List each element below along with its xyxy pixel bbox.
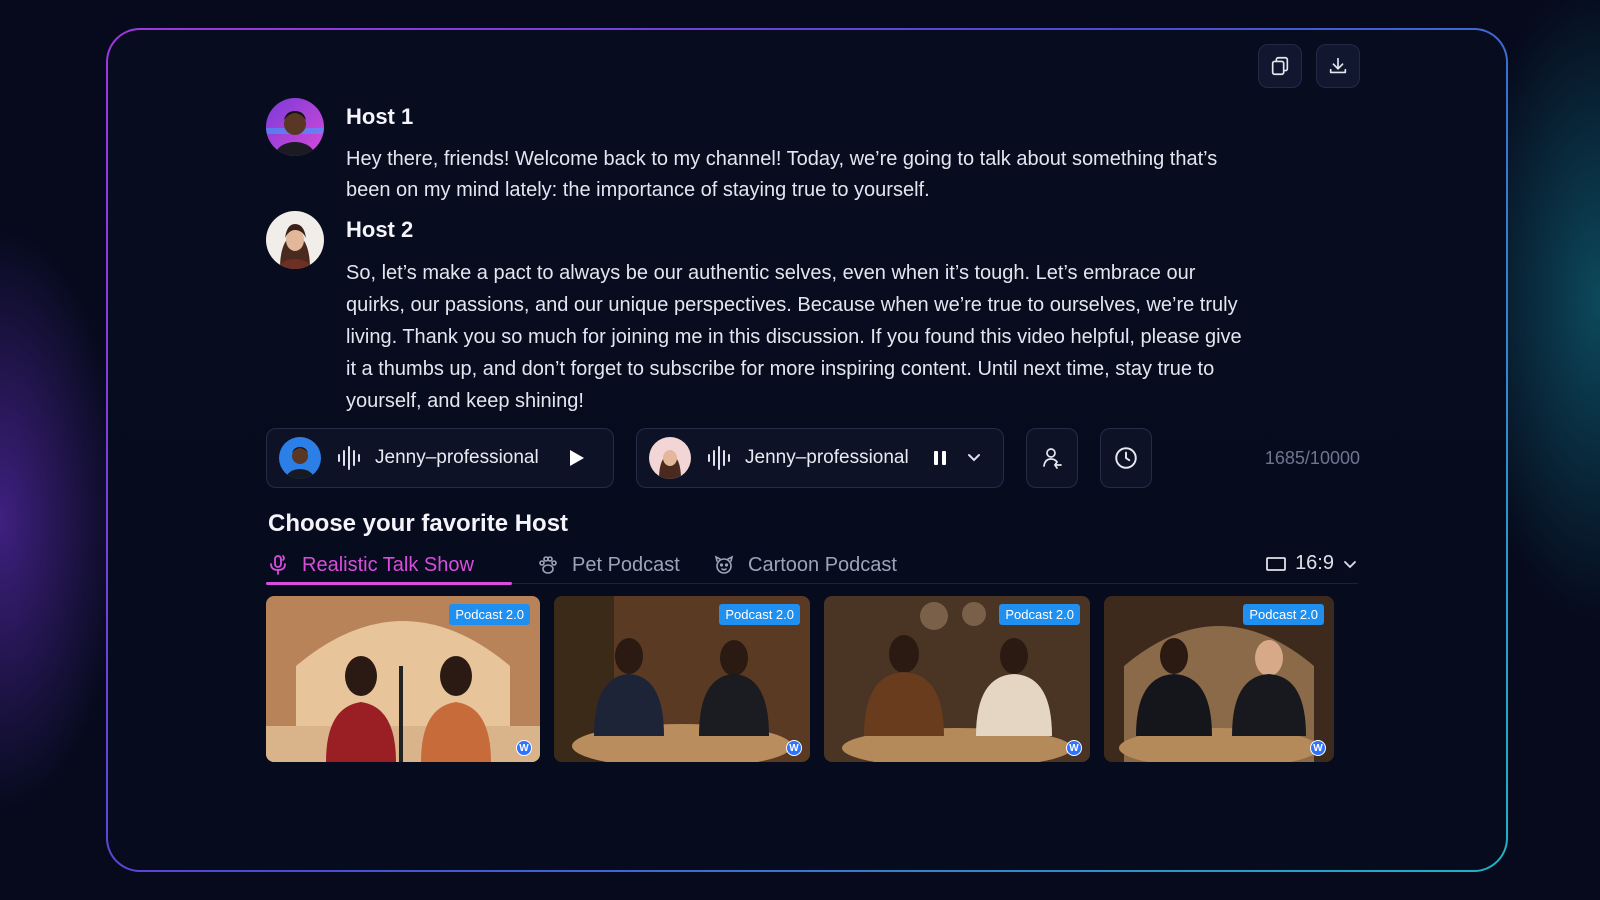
download-icon <box>1329 57 1347 74</box>
aspect-ratio-value: 16:9 <box>1295 552 1334 574</box>
aspect-ratio-icon <box>1266 556 1286 571</box>
brand-mark-icon: W <box>786 740 802 756</box>
brand-mark-icon: W <box>1066 740 1082 756</box>
main-panel: Host 1 Hey there, friends! Welcome back … <box>108 30 1506 870</box>
copy-button[interactable] <box>1258 44 1302 88</box>
tab-pet-podcast[interactable]: Pet Podcast <box>536 546 680 584</box>
paw-icon <box>539 556 557 574</box>
voice-row: Jenny–professional Jenny–professional <box>266 428 1152 488</box>
message-host-2: Host 2 So, let’s make a pact to always b… <box>266 211 1246 417</box>
host-category-tabs: Realistic Talk Show Pet Podcast Cartoon … <box>266 546 1358 585</box>
host-1-name: Host 1 <box>346 104 414 129</box>
tab-pet-podcast-label: Pet Podcast <box>572 553 680 576</box>
download-button[interactable] <box>1316 44 1360 88</box>
host-thumbnail-1[interactable]: Podcast 2.0 W <box>266 596 540 762</box>
pause-icon[interactable] <box>929 447 951 469</box>
play-icon[interactable] <box>565 447 587 469</box>
host-1-text: Hey there, friends! Welcome back to my c… <box>346 148 1218 201</box>
tab-realistic-talk-show[interactable]: Realistic Talk Show <box>266 546 512 585</box>
host-1-avatar <box>266 98 324 156</box>
tab-cartoon-podcast[interactable]: Cartoon Podcast <box>712 546 897 584</box>
chevron-down-icon <box>1344 560 1356 568</box>
host-thumbnails: Podcast 2.0 W Podcast 2.0 W Podcast 2.0 … <box>266 596 1334 762</box>
soundwave-icon <box>338 446 360 470</box>
host-2-text: So, let’s make a pact to always be our a… <box>346 262 1242 412</box>
top-actions <box>1258 44 1360 88</box>
main-panel-frame: Host 1 Hey there, friends! Welcome back … <box>106 28 1508 872</box>
host-thumbnail-4[interactable]: Podcast 2.0 W <box>1104 596 1334 762</box>
voice-host-1-name: Jenny–professional <box>375 447 539 468</box>
chevron-down-icon[interactable] <box>963 447 985 469</box>
message-host-1: Host 1 Hey there, friends! Welcome back … <box>266 98 1246 206</box>
cartoon-face-icon <box>714 555 734 574</box>
host-2-avatar <box>266 211 324 269</box>
copy-icon <box>1271 56 1289 76</box>
voice-host-2-avatar <box>649 437 691 479</box>
voice-selector-host-2[interactable]: Jenny–professional <box>636 428 1004 488</box>
voice-selector-host-1[interactable]: Jenny–professional <box>266 428 614 488</box>
person-voice-icon <box>1043 448 1062 469</box>
voice-host-2-name: Jenny–professional <box>745 447 909 468</box>
tab-cartoon-podcast-label: Cartoon Podcast <box>748 553 897 576</box>
voice-host-1-avatar <box>279 437 321 479</box>
voice-settings-button[interactable] <box>1026 428 1078 488</box>
soundwave-icon <box>708 446 730 470</box>
host-thumbnail-3[interactable]: Podcast 2.0 W <box>824 596 1090 762</box>
podcast-badge: Podcast 2.0 <box>719 604 800 625</box>
clock-icon <box>1115 447 1137 469</box>
podcast-badge: Podcast 2.0 <box>1243 604 1324 625</box>
podcast-badge: Podcast 2.0 <box>449 604 530 625</box>
aspect-ratio-selector[interactable]: 16:9 <box>1265 552 1358 575</box>
brand-mark-icon: W <box>516 740 532 756</box>
tab-realistic-talk-show-label: Realistic Talk Show <box>302 553 474 576</box>
podcast-badge: Podcast 2.0 <box>999 604 1080 625</box>
character-counter: 1685/10000 <box>1264 448 1360 468</box>
microphone-icon <box>270 555 286 575</box>
host-2-name: Host 2 <box>346 217 414 242</box>
host-thumbnail-2[interactable]: Podcast 2.0 W <box>554 596 810 762</box>
choose-host-title: Choose your favorite Host <box>268 510 569 537</box>
history-button[interactable] <box>1100 428 1152 488</box>
brand-mark-icon: W <box>1310 740 1326 756</box>
